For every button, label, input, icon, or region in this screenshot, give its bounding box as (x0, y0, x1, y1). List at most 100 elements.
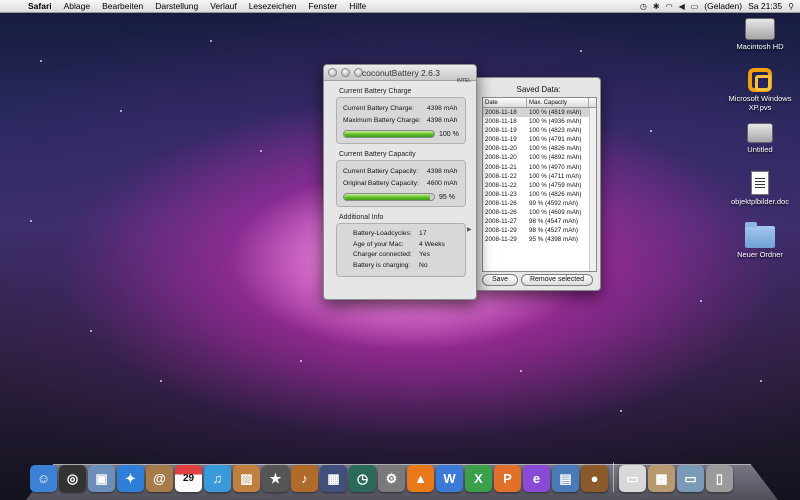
table-row[interactable]: 2008-11-18 100 % (4936 mAh) (483, 117, 596, 126)
itunes-icon[interactable]: ♫ (204, 465, 231, 492)
pictures-stack-icon[interactable]: ▩ (648, 465, 675, 492)
powerpoint-icon[interactable]: P (494, 465, 521, 492)
cell-max-capacity: 98 % (4547 mAh) (529, 218, 579, 226)
table-row[interactable]: 2008-11-23 100 % (4826 mAh) (483, 190, 596, 199)
cell-date: 2008-11-18 (485, 109, 517, 116)
word-icon[interactable]: W (436, 465, 463, 492)
table-row[interactable]: 2008-11-27 98 % (4547 mAh) (483, 217, 596, 226)
desktop-icon-label: Macintosh HD (736, 42, 784, 51)
table-row[interactable]: 2008-11-22 100 % (4711 mAh) (483, 172, 596, 181)
desktop-icon-document[interactable]: objektplbilder.doc (722, 171, 798, 206)
desktop-icon-label: Neuer Ordner (737, 250, 783, 259)
max-charge-value: 4398 mAh (427, 116, 458, 124)
table-row[interactable]: 2008-11-19 100 % (4823 mAh) (483, 126, 596, 135)
original-capacity-value: 4600 mAh (427, 179, 458, 187)
safari-icon[interactable]: ✦ (117, 465, 144, 492)
menu-fenster[interactable]: Fenster (302, 1, 343, 11)
loadcycles-label: Battery-Loadcycles: (353, 230, 412, 237)
vlc-icon[interactable]: ▲ (407, 465, 434, 492)
saved-data-table[interactable]: Date Max. Capacity 2008-11-18 100 % (4819… (482, 97, 597, 272)
table-header: Date Max. Capacity (483, 98, 596, 108)
trash-icon[interactable]: ▯ (706, 465, 733, 492)
entourage-icon[interactable]: e (523, 465, 550, 492)
finder-icon[interactable]: ☺ (30, 465, 57, 492)
desktop-icon-untitled[interactable]: Untitled (722, 123, 798, 154)
menu-darstellung[interactable]: Darstellung (149, 1, 204, 11)
time-machine-icon[interactable]: ◷ (349, 465, 376, 492)
charge-progress-bar (343, 130, 435, 138)
menu-bearbeiten[interactable]: Bearbeiten (96, 1, 149, 11)
remove-selected-button[interactable]: Remove selected (521, 274, 593, 286)
menu-app-safari[interactable]: Safari (22, 1, 58, 11)
downloads-stack-icon[interactable]: ▭ (677, 465, 704, 492)
table-row[interactable]: 2008-11-19 100 % (4791 mAh) (483, 135, 596, 144)
column-header-max-capacity[interactable]: Max. Capacity (527, 98, 589, 107)
cell-max-capacity: 100 % (4826 mAh) (529, 190, 582, 198)
hard-drive-icon (745, 18, 775, 40)
table-scrollbar[interactable] (589, 108, 596, 271)
capacity-progress-fill (344, 194, 430, 200)
excel-icon[interactable]: X (465, 465, 492, 492)
dashboard-icon[interactable]: ◎ (59, 465, 86, 492)
menu-ablage[interactable]: Ablage (58, 1, 96, 11)
menu-clock[interactable]: Sa 21:35 (748, 1, 782, 11)
time-machine-menu-icon[interactable]: ◷ (640, 2, 647, 11)
menu-lesezeichen[interactable]: Lesezeichen (243, 1, 303, 11)
spotlight-icon[interactable]: ⚲ (788, 2, 794, 11)
imovie-icon[interactable]: ★ (262, 465, 289, 492)
wifi-icon[interactable]: ◠ (666, 2, 673, 11)
menu-verlauf[interactable]: Verlauf (204, 1, 242, 11)
cell-max-capacity: 99 % (4592 mAh) (529, 199, 579, 207)
ical-icon[interactable]: 29 (175, 465, 202, 492)
activity-monitor-icon[interactable]: ▤ (552, 465, 579, 492)
desktop-icon-macintosh-hd[interactable]: Macintosh HD (722, 18, 798, 51)
menu-hilfe[interactable]: Hilfe (343, 1, 372, 11)
table-row[interactable]: 2008-11-29 95 % (4398 mAh) (483, 235, 596, 244)
dock-separator (613, 462, 614, 492)
garageband-icon[interactable]: ♪ (291, 465, 318, 492)
table-row[interactable]: 2008-11-18 100 % (4819 mAh) (483, 108, 596, 118)
cell-max-capacity: 100 % (4826 mAh) (529, 145, 582, 153)
cell-date: 2008-11-26 (485, 209, 517, 217)
table-row[interactable]: 2008-11-20 100 % (4892 mAh) (483, 153, 596, 162)
charge-progress-fill (344, 131, 434, 137)
spaces-icon[interactable]: ▦ (320, 465, 347, 492)
table-row[interactable]: 2008-11-20 100 % (4826 mAh) (483, 144, 596, 153)
desktop-icon-neuer-ordner[interactable]: Neuer Ordner (722, 222, 798, 259)
current-capacity-label: Current Battery Capacity: (343, 168, 419, 175)
battery-icon[interactable]: ▭ (691, 2, 699, 11)
table-row[interactable]: 2008-11-29 98 % (4527 mAh) (483, 226, 596, 235)
system-preferences-icon[interactable]: ⚙ (378, 465, 405, 492)
table-row[interactable]: 2008-11-26 100 % (4609 mAh) (483, 208, 596, 217)
document-icon (751, 171, 769, 195)
cell-max-capacity: 98 % (4527 mAh) (529, 227, 579, 235)
age-value: 4 Weeks (419, 240, 445, 248)
iphoto-icon[interactable]: ▨ (233, 465, 260, 492)
desktop-icon-label: Microsoft Windows XP.pvs (728, 94, 792, 112)
cell-max-capacity: 100 % (4609 mAh) (529, 209, 582, 217)
table-row[interactable]: 2008-11-26 99 % (4592 mAh) (483, 199, 596, 208)
volume-icon[interactable]: ◀ (679, 2, 685, 11)
save-button[interactable]: Save (482, 274, 518, 286)
coconutbattery-window: coconutBattery 2.6.3 INTEL Current Batte… (323, 64, 477, 300)
preview-icon[interactable]: ▣ (88, 465, 115, 492)
bluetooth-icon[interactable]: ✱ (653, 2, 660, 11)
minimize-button[interactable] (341, 68, 350, 77)
window-titlebar[interactable]: coconutBattery 2.6.3 INTEL (324, 65, 476, 84)
close-button[interactable] (328, 68, 337, 77)
cell-date: 2008-11-27 (485, 218, 517, 226)
saved-data-drawer: Saved Data: Date Max. Capacity 2008-11-1… (477, 77, 601, 291)
charge-percent: 100 % (439, 130, 459, 138)
column-header-date[interactable]: Date (483, 98, 527, 107)
address-book-icon[interactable]: @ (146, 465, 173, 492)
table-row[interactable]: 2008-11-22 100 % (4759 mAh) (483, 181, 596, 190)
battery-status[interactable]: (Geladen) (704, 1, 742, 11)
original-capacity-label: Original Battery Capacity: (343, 179, 419, 187)
desktop-icon-windows-pvs[interactable]: Microsoft Windows XP.pvs (722, 68, 798, 112)
coconutbattery-icon[interactable]: ● (581, 465, 608, 492)
cell-date: 2008-11-20 (485, 145, 517, 153)
parallels-vm-icon (748, 68, 772, 92)
drawer-toggle-icon[interactable]: ▶ (467, 226, 472, 233)
table-row[interactable]: 2008-11-21 100 % (4970 mAh) (483, 163, 596, 172)
documents-stack-icon[interactable]: ▭ (619, 465, 646, 492)
